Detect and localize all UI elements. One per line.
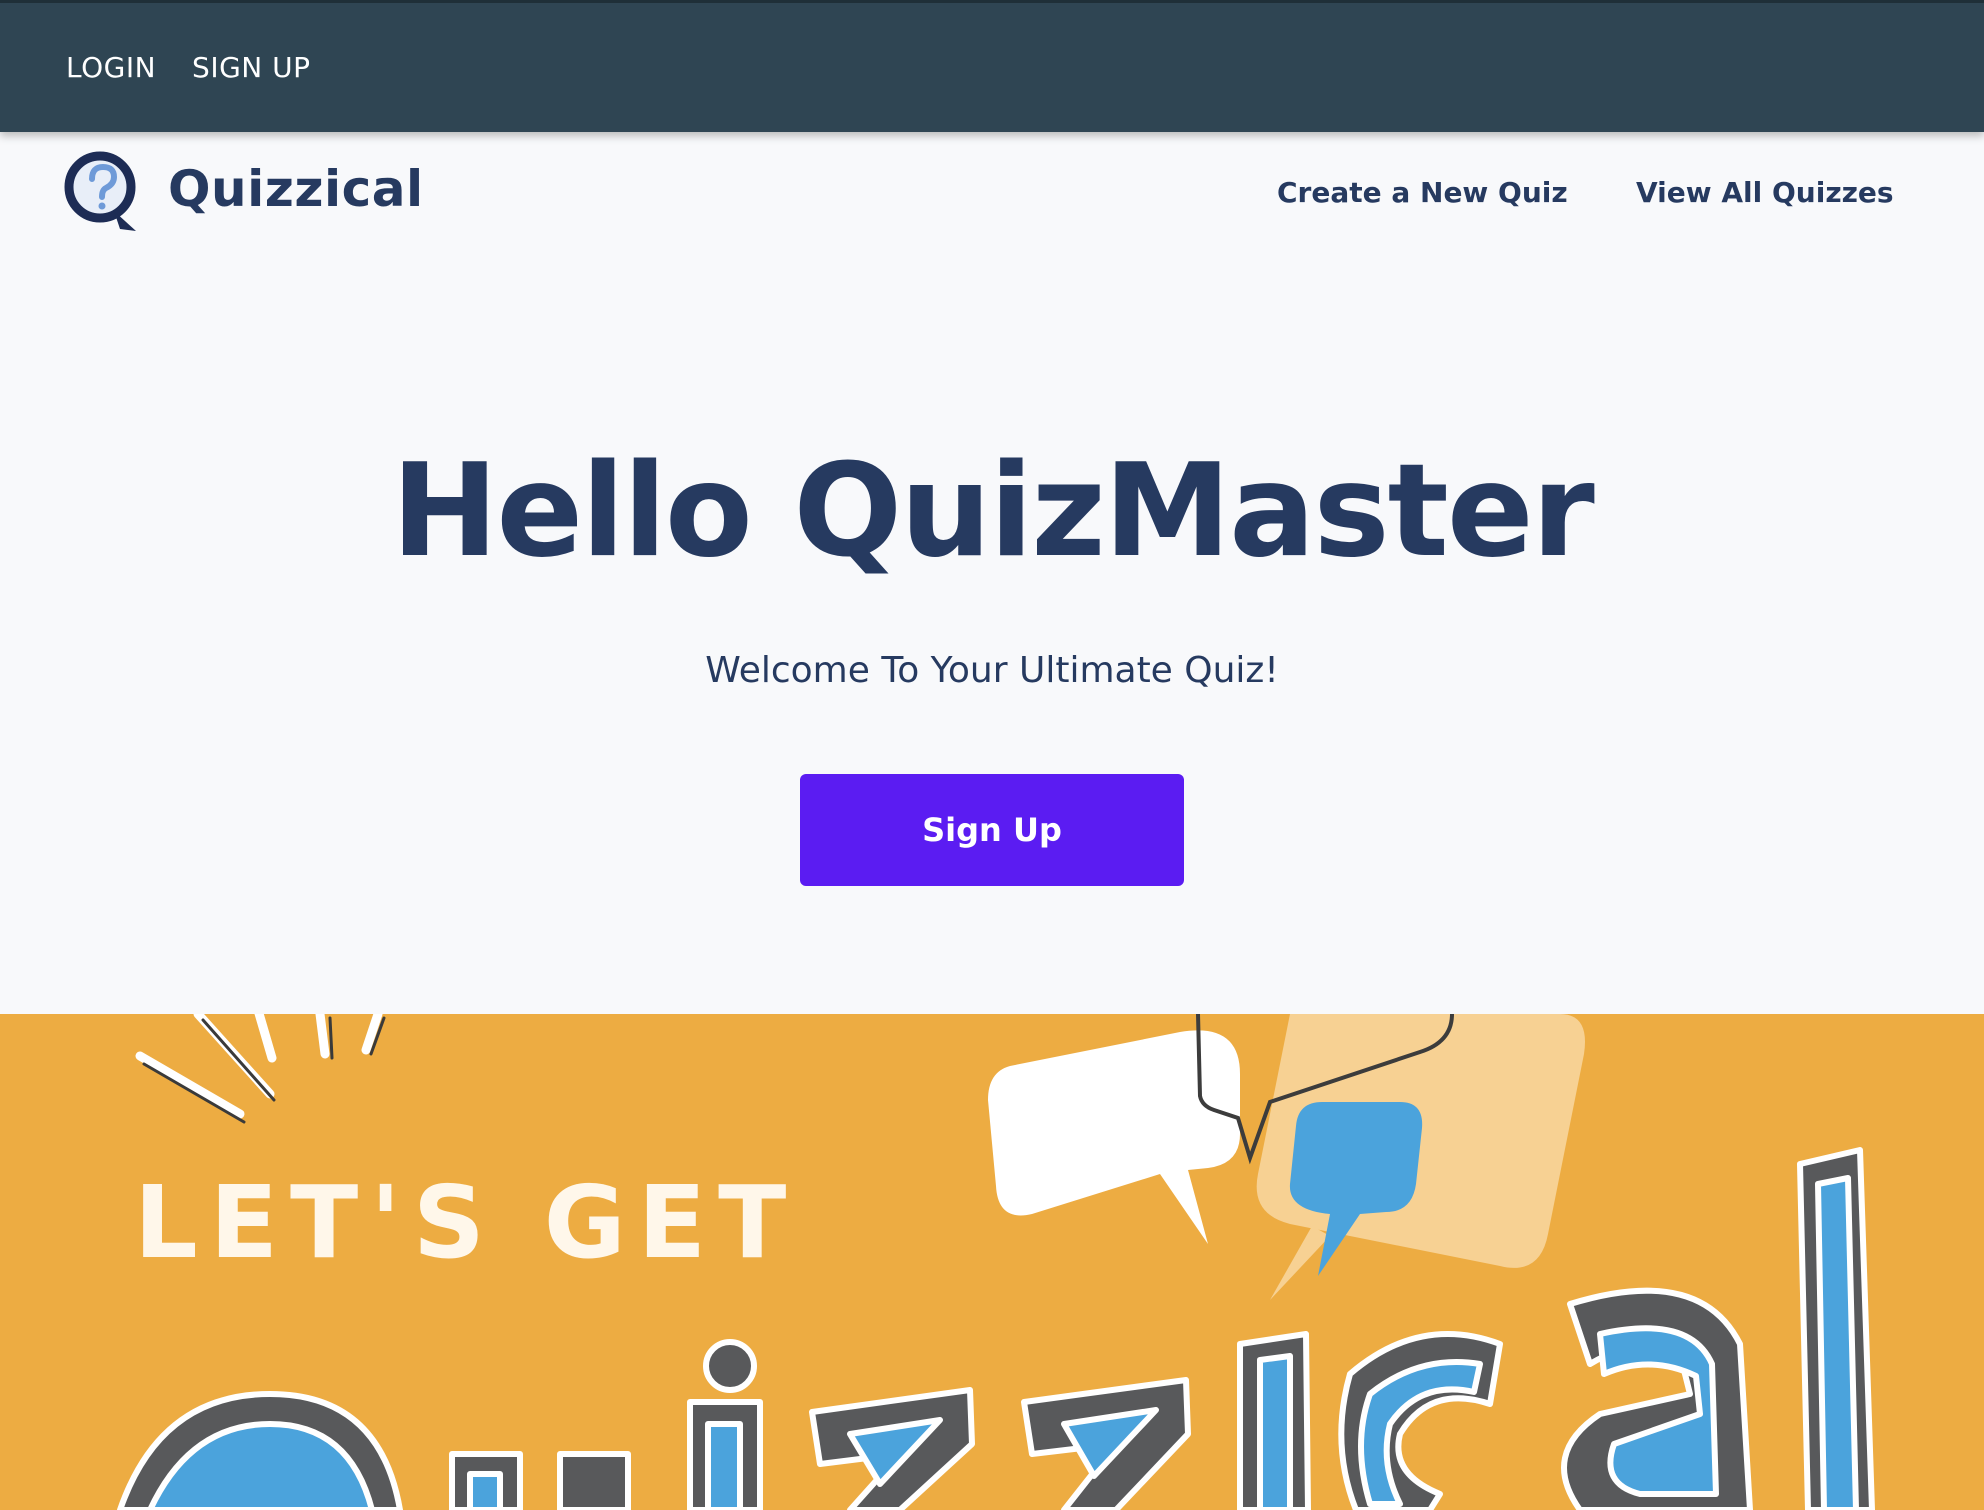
speech-bubbles-icon (988, 1014, 1585, 1300)
login-link[interactable]: LOGIN (66, 51, 156, 84)
banner-tagline: LET'S GET (134, 1164, 799, 1281)
hero-title: Hello QuizMaster (391, 437, 1595, 586)
signup-button[interactable]: Sign Up (800, 774, 1184, 886)
brand-name[interactable]: Quizzical (168, 160, 424, 218)
create-quiz-link[interactable]: Create a New Quiz (1277, 176, 1568, 209)
signup-link[interactable]: SIGN UP (192, 51, 310, 84)
hero-subtitle: Welcome To Your Ultimate Quiz! (705, 650, 1279, 691)
auth-bar: LOGIN SIGN UP (0, 0, 1984, 132)
banner-image: LET'S GET (0, 1014, 1984, 1510)
brand-nav: Quizzical Create a New Quiz View All Qui… (0, 132, 1984, 252)
burst-lines-icon (135, 1014, 383, 1119)
view-quizzes-link[interactable]: View All Quizzes (1636, 176, 1894, 209)
question-bubble-icon[interactable] (62, 147, 142, 235)
